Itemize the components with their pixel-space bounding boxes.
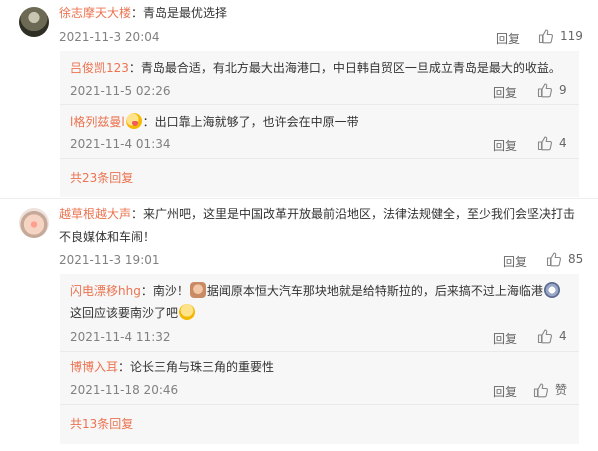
like-button[interactable]: 赞 [533, 381, 567, 398]
reply-text: ：南沙！ [140, 284, 189, 298]
like-label: 赞 [555, 383, 568, 397]
like-button[interactable]: 119 [538, 28, 583, 44]
like-button[interactable]: 4 [537, 328, 567, 344]
reply-time: 2021-11-4 01:34 [70, 137, 171, 151]
reply-body: 闪电漂移hhg：南沙！ 据闻原本恒大汽车那块地就是给特斯拉的，后来搞不过上海临港 [70, 282, 561, 301]
thumbs-up-icon [533, 382, 548, 397]
reply-author[interactable]: 闪电漂移hhg [70, 284, 141, 298]
reply-text: ：论长三角与珠三角的重要性 [118, 360, 275, 374]
thumbs-up-icon [538, 29, 553, 44]
reply-body: 吕俊凯123：青岛最合适，有北方最大出海港口，中日韩自贸区一旦成立青岛是最大的收… [70, 59, 561, 78]
reply-button[interactable]: 回复 [496, 30, 520, 47]
reply-body: l格列兹曼l ：出口靠上海就够了，也许会在中原一带 [70, 113, 359, 132]
like-count: 4 [559, 136, 567, 150]
thumbs-up-icon [537, 136, 552, 151]
reply-button[interactable]: 回复 [493, 330, 517, 347]
reply-time: 2021-11-5 02:26 [70, 84, 171, 98]
reply-author[interactable]: l格列兹曼l [70, 115, 125, 129]
divider [0, 198, 598, 199]
avatar[interactable] [19, 208, 49, 238]
divider [60, 104, 579, 105]
like-count: 4 [559, 329, 567, 343]
comment-text: ：青岛是最优选择 [131, 6, 228, 20]
divider [60, 158, 579, 159]
comment-author[interactable]: 越草根越大声 [59, 207, 131, 221]
comment-time: 2021-11-3 19:01 [59, 253, 160, 267]
divider [60, 404, 579, 405]
like-count: 85 [568, 252, 584, 266]
reply-text: ：出口靠上海就够了，也许会在中原一带 [142, 115, 359, 129]
like-button[interactable]: 9 [537, 82, 567, 98]
thumbs-up-icon [537, 329, 552, 344]
comment-time: 2021-11-3 20:04 [59, 30, 160, 44]
scared-emoji-icon [179, 304, 196, 320]
more-replies-link[interactable]: 共23条回复 [70, 169, 133, 186]
comment-text: ：来广州吧，这里是中国改革开放最前沿地区，法律法规健全，至少我们会坚决打击 [131, 207, 576, 221]
reply-time: 2021-11-18 20:46 [70, 383, 179, 397]
reply-author[interactable]: 吕俊凯123 [70, 61, 129, 75]
doge-emoji-icon [189, 282, 206, 298]
reply-button[interactable]: 回复 [493, 383, 517, 400]
reply-text: 据闻原本恒大汽车那块地就是给特斯拉的，后来搞不过上海临港 [206, 284, 543, 298]
like-count: 9 [559, 83, 567, 97]
avatar[interactable] [19, 7, 49, 37]
reply-button[interactable]: 回复 [493, 137, 517, 154]
reply-author[interactable]: 博博入耳 [70, 360, 118, 374]
shocked-emoji-icon [543, 282, 560, 298]
comment-body: 越草根越大声：来广州吧，这里是中国改革开放最前沿地区，法律法规健全，至少我们会坚… [59, 205, 575, 224]
reply-button[interactable]: 回复 [503, 253, 527, 270]
thumbs-up-icon [537, 83, 552, 98]
reply-text-line2: 这回应该要南沙了吧 [70, 304, 196, 323]
like-button[interactable]: 4 [537, 135, 567, 151]
comment-author[interactable]: 徐志摩天大楼 [59, 6, 131, 20]
like-count: 119 [560, 29, 583, 43]
reply-text: ：青岛最合适，有北方最大出海港口，中日韩自贸区一旦成立青岛是最大的收益。 [128, 61, 561, 75]
like-button[interactable]: 85 [546, 251, 583, 267]
comment-body: 徐志摩天大楼：青岛是最优选择 [59, 4, 227, 23]
reply-text: 这回应该要南沙了吧 [70, 306, 179, 320]
heart-eyes-emoji-icon [125, 113, 142, 129]
more-replies-link[interactable]: 共13条回复 [70, 415, 133, 432]
comment-text-line2: 不良媒体和车闹！ [59, 230, 156, 244]
reply-button[interactable]: 回复 [493, 84, 517, 101]
reply-time: 2021-11-4 11:32 [70, 330, 171, 344]
thumbs-up-icon [546, 252, 561, 267]
divider [60, 351, 579, 352]
reply-body: 博博入耳：论长三角与珠三角的重要性 [70, 358, 274, 377]
